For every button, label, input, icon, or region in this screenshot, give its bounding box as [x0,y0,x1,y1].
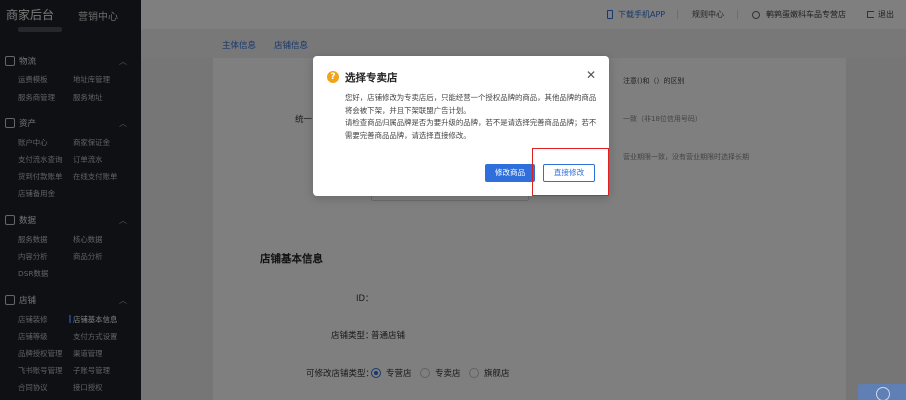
help-button[interactable] [858,384,906,400]
dialog-paragraph: 您好，店铺修改为专卖店后，只能经营一个授权品牌的商品，其他品牌的商品将会被下架，… [345,93,597,115]
dialog-body: 您好，店铺修改为专卖店后，只能经营一个授权品牌的商品，其他品牌的商品将会被下架，… [345,92,597,142]
select-exclusive-store-dialog: ? 选择专卖店 ✕ 您好，店铺修改为专卖店后，只能经营一个授权品牌的商品，其他品… [313,56,609,196]
warning-icon: ? [327,71,339,83]
close-icon[interactable]: ✕ [586,69,596,81]
dialog-title: 选择专卖店 [345,72,398,84]
dialog-paragraph: 请检查商品归属品牌是否为要升级的品牌，若不是请选择完善商品品牌；若不需要完善商品… [345,118,597,140]
annotation-highlight-box [532,148,609,196]
modify-products-button[interactable]: 修改商品 [485,164,535,182]
